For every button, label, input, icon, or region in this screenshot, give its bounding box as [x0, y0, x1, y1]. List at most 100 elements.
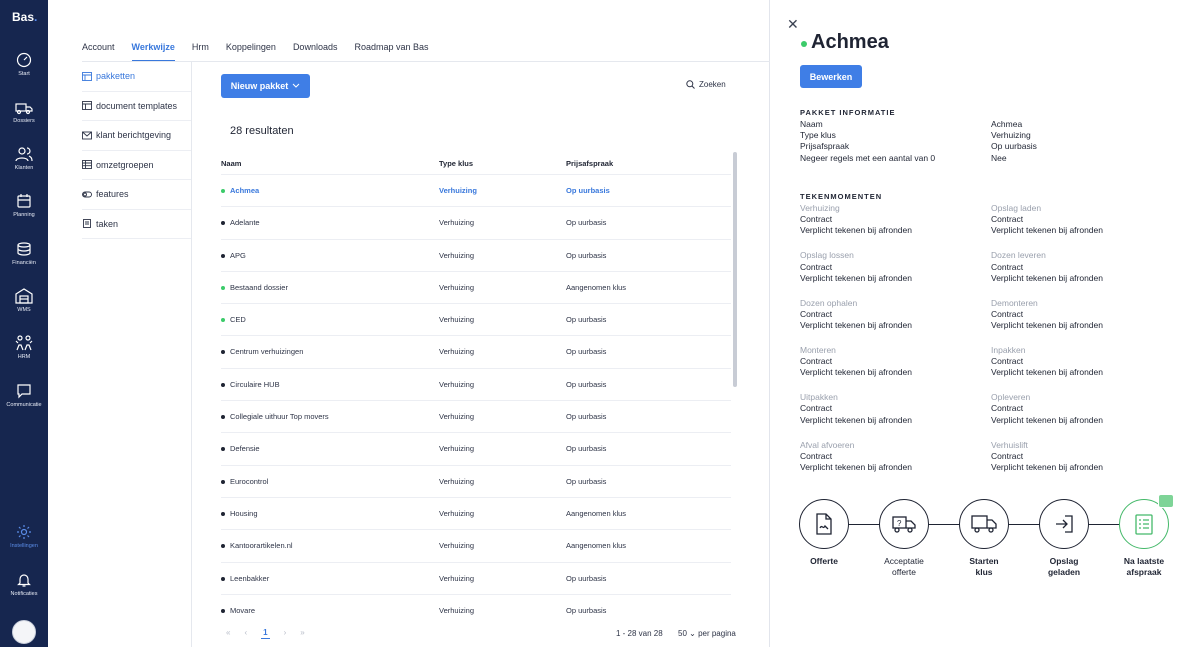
- tab-account[interactable]: Account: [82, 42, 115, 62]
- table-row[interactable]: Collegiale uithuur Top movers Verhuizing O…: [221, 400, 731, 432]
- subnav-item-taken[interactable]: taken: [82, 210, 191, 239]
- cell-price: Op uurbasis: [566, 250, 607, 260]
- current-page[interactable]: 1: [261, 628, 270, 639]
- table-row[interactable]: Housing Verhuizing Aangenomen klus: [221, 496, 731, 529]
- table-row[interactable]: Achmea Verhuizing Op uurbasis: [221, 174, 731, 206]
- last-page-button[interactable]: »: [300, 628, 304, 639]
- first-page-button[interactable]: «: [226, 628, 230, 639]
- moment-type: Contract: [800, 308, 833, 319]
- subnav-item-document-templates[interactable]: document templates: [82, 92, 191, 121]
- table-row[interactable]: Movare Verhuizing Op uurbasis: [221, 593, 731, 626]
- left-rail: Bas. Start Dossiers Klanten Planning Fin…: [0, 0, 48, 647]
- status-dot: [221, 253, 225, 258]
- column-header-type[interactable]: Type klus: [439, 159, 473, 168]
- moment-rule: Verplicht tekenen bij afronden: [991, 414, 1103, 425]
- moment-rule: Verplicht tekenen bij afronden: [800, 461, 912, 472]
- status-dot: [221, 189, 225, 193]
- table-row[interactable]: Eurocontrol Verhuizing Op uurbasis: [221, 464, 731, 497]
- cell-price: Op uurbasis: [566, 444, 607, 454]
- subnav: pakketten document templates klant beric…: [82, 62, 191, 239]
- cell-type: Verhuizing: [439, 379, 475, 389]
- per-page-select[interactable]: 50 ⌄ per pagina: [678, 629, 736, 638]
- table-row[interactable]: Kantoorartikelen.nl Verhuizing Aangenomen …: [221, 529, 731, 561]
- table-icon: [82, 160, 92, 170]
- cell-price: Op uurbasis: [566, 186, 610, 195]
- moment-type: Contract: [991, 403, 1024, 414]
- rail-item-start[interactable]: Start: [0, 52, 48, 92]
- dashboard-icon: [16, 52, 32, 68]
- status-dot: [221, 415, 225, 420]
- search-button[interactable]: Zoeken: [686, 80, 726, 89]
- task-icon: [83, 219, 91, 229]
- table-row[interactable]: Adelante Verhuizing Op uurbasis: [221, 206, 731, 238]
- cell-name: Movare: [230, 605, 256, 615]
- toggle-icon: [82, 191, 92, 198]
- moment-rule: Verplicht tekenen bij afronden: [991, 272, 1103, 283]
- table-scrollbar[interactable]: [733, 152, 737, 387]
- tab-roadmap[interactable]: Roadmap van Bas: [354, 42, 428, 62]
- subnav-item-omzetgroepen[interactable]: omzetgroepen: [82, 151, 191, 180]
- pagination: « ‹ 1 › »: [226, 628, 305, 639]
- cell-name: Eurocontrol: [230, 476, 269, 486]
- cell-type: Verhuizing: [439, 186, 477, 195]
- rail-item-instellingen[interactable]: Instellingen: [0, 524, 48, 564]
- table-row[interactable]: APG Verhuizing Op uurbasis: [221, 238, 731, 271]
- signing-moment: Verhuislift Contract Verplicht tekenen bij…: [991, 440, 1103, 474]
- moment-type: Contract: [991, 214, 1024, 225]
- moment-title: Monteren: [800, 344, 836, 355]
- workflow-steps: Offerte ? Acceptatie offerte Starten klus …: [799, 494, 1174, 589]
- step-offerte: Offerte: [784, 499, 864, 567]
- subnav-item-klant-berichtgeving[interactable]: klant berichtgeving: [82, 121, 191, 151]
- question-truck-icon: ?: [892, 516, 916, 533]
- cell-type: Verhuizing: [439, 250, 475, 260]
- prev-page-button[interactable]: ‹: [244, 628, 247, 639]
- cell-price: Op uurbasis: [566, 605, 607, 615]
- edit-button[interactable]: Bewerken: [800, 65, 862, 88]
- table-row[interactable]: Leenbakker Verhuizing Op uurbasis: [221, 561, 731, 594]
- new-package-button[interactable]: Nieuw pakket: [221, 74, 310, 98]
- step-opslag: Opslag geladen: [1024, 499, 1104, 577]
- moment-type: Contract: [800, 403, 833, 414]
- table-row[interactable]: Centrum verhuizingen Verhuizing Op uurbasi…: [221, 335, 731, 367]
- signing-moment: Opslag laden Contract Verplicht tekenen bi…: [991, 203, 1103, 237]
- moment-type: Contract: [991, 450, 1024, 461]
- tab-downloads[interactable]: Downloads: [293, 42, 338, 62]
- cell-name: CED: [230, 315, 246, 325]
- table-row[interactable]: CED Verhuizing Op uurbasis: [221, 303, 731, 335]
- column-header-prijsafspraak[interactable]: Prijsafspraak: [566, 159, 613, 168]
- warehouse-icon: [15, 288, 33, 304]
- table-row[interactable]: Bestaand dossier Verhuizing Aangenomen klu…: [221, 270, 731, 303]
- rail-item-notificaties[interactable]: Notificaties: [0, 572, 48, 612]
- cell-type: Verhuizing: [439, 218, 475, 228]
- table-row[interactable]: Defensie Verhuizing Op uurbasis: [221, 432, 731, 464]
- tab-hrm[interactable]: Hrm: [192, 42, 209, 62]
- table-row[interactable]: Circulaire HUB Verhuizing Op uurbasis: [221, 367, 731, 400]
- app-logo[interactable]: Bas.: [12, 10, 37, 24]
- mail-icon: [82, 131, 92, 140]
- signing-moment: Afval afvoeren Contract Verplicht tekenen …: [800, 440, 912, 474]
- status-dot: [801, 41, 807, 47]
- cell-name: Adelante: [230, 218, 260, 228]
- rail-item-communicatie[interactable]: Communicatie: [0, 383, 48, 423]
- next-page-button[interactable]: ›: [284, 628, 287, 639]
- rail-item-planning[interactable]: Planning: [0, 193, 48, 233]
- signing-moment: Monteren Contract Verplicht tekenen bij af…: [800, 345, 912, 379]
- signing-moment: Uitpakken Contract Verplicht tekenen bij a…: [800, 392, 912, 426]
- tab-werkwijze[interactable]: Werkwijze: [131, 42, 176, 62]
- chevron-down-icon: [292, 83, 300, 88]
- column-header-naam[interactable]: Naam: [221, 159, 241, 168]
- chat-icon: [17, 384, 31, 399]
- subnav-item-features[interactable]: features: [82, 180, 191, 210]
- subnav-item-pakketten[interactable]: pakketten: [82, 62, 191, 92]
- cell-price: Op uurbasis: [566, 412, 607, 422]
- close-icon[interactable]: ✕: [787, 17, 799, 31]
- rail-item-dossiers[interactable]: Dossiers: [0, 99, 48, 139]
- cell-name: Housing: [230, 508, 258, 518]
- rail-item-klanten[interactable]: Klanten: [0, 146, 48, 186]
- rail-item-wms[interactable]: WMS: [0, 288, 48, 328]
- user-avatar[interactable]: [12, 620, 36, 644]
- tab-koppelingen[interactable]: Koppelingen: [226, 42, 276, 62]
- package-icon: [82, 71, 92, 81]
- rail-item-hrm[interactable]: HRM: [0, 335, 48, 375]
- rail-item-financien[interactable]: Financiën: [0, 241, 48, 281]
